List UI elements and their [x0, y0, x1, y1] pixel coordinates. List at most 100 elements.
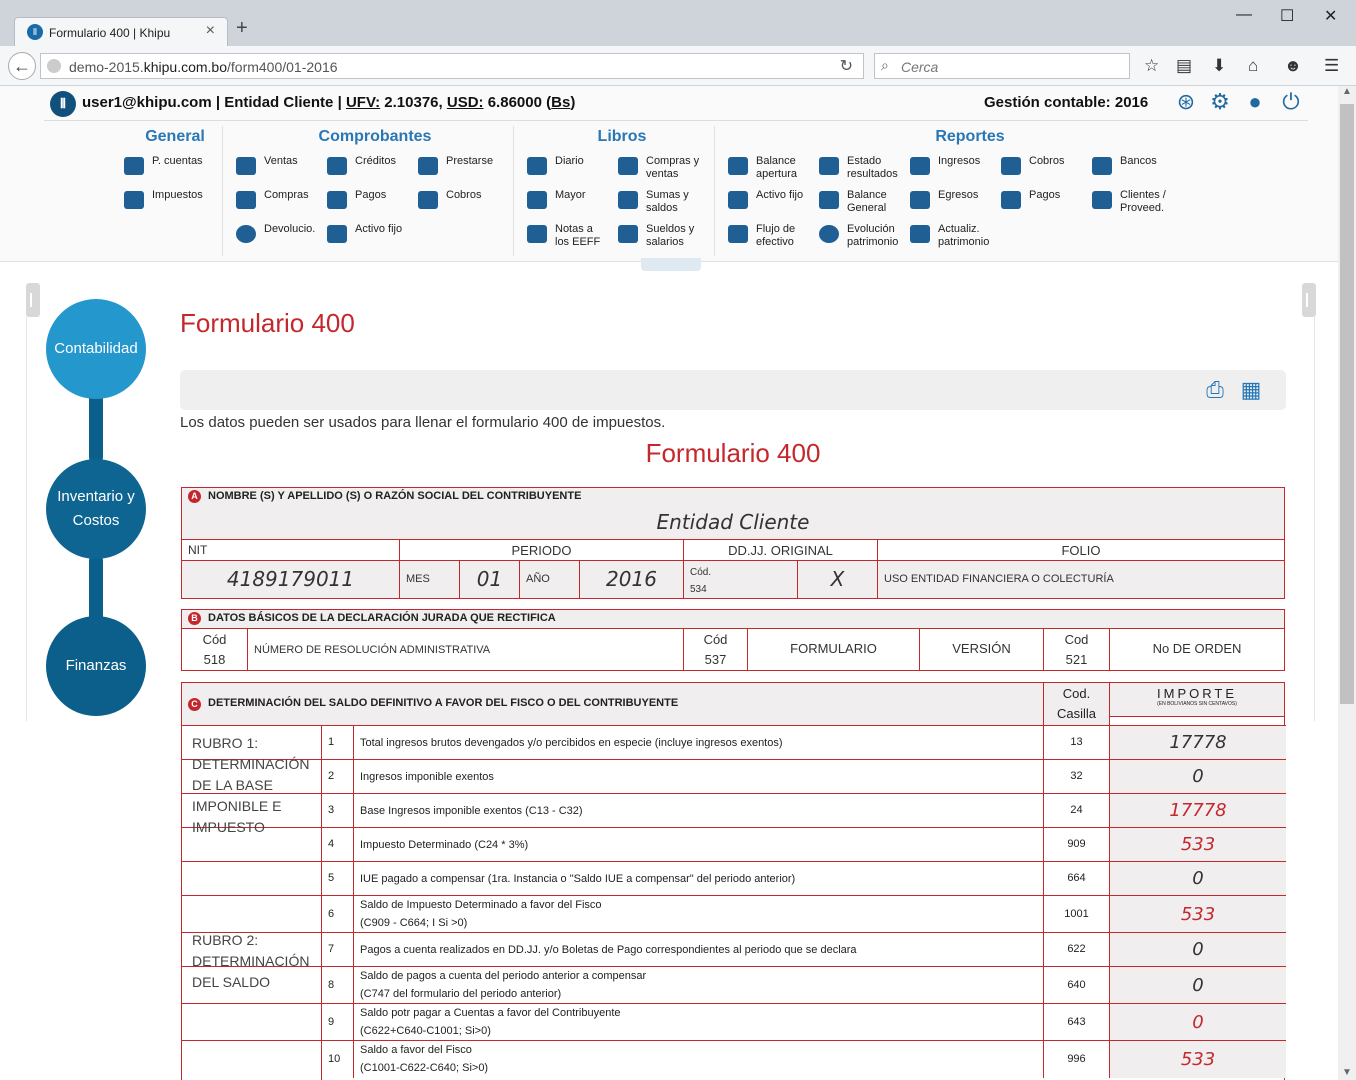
row-number: 1 [322, 726, 354, 760]
row-description: IUE pagado a compensar (1ra. Instancia o… [354, 862, 1044, 896]
menu-mayor[interactable]: Mayor [527, 189, 586, 209]
page-scrollbar[interactable]: ▲ ▼ [1338, 86, 1356, 1080]
menu-estado-resultados[interactable]: Estado resultados [819, 155, 907, 181]
table-row: 5 IUE pagado a compensar (1ra. Instancia … [182, 861, 1286, 896]
star-icon[interactable]: ☆ [1144, 56, 1159, 76]
nit-value: 4189179011 [182, 560, 400, 598]
khipu-logo: ⦀ [50, 91, 76, 117]
minimize-icon[interactable]: — [1236, 6, 1252, 24]
menu-evolucion-patrimonio[interactable]: Evolución patrimonio [819, 223, 909, 249]
menu-balance-general[interactable]: Balance General [819, 189, 897, 215]
menu-diario[interactable]: Diario [527, 155, 584, 175]
row-importe: 533 [1110, 896, 1286, 933]
anio-label: AÑO [520, 560, 580, 598]
car-icon [327, 225, 347, 243]
menu-cobros-reporte[interactable]: Cobros [1001, 155, 1065, 175]
collapse-menu-button[interactable] [641, 258, 701, 271]
menu-label: Activo fijo [756, 189, 804, 201]
menu-sumas-saldos[interactable]: Sumas y saldos [618, 189, 698, 215]
menu-activo-fijo[interactable]: Activo fijo [327, 223, 402, 243]
sidebar-inventario-costos[interactable]: Inventario y Costos [46, 459, 146, 559]
table-row: 8 Saldo de pagos a cuenta del periodo ant… [182, 966, 1286, 1004]
menu-egresos[interactable]: Egresos [910, 189, 978, 209]
reload-icon[interactable]: ↻ [840, 56, 853, 76]
folio-text: USO ENTIDAD FINANCIERA O COLECTURÍA [878, 560, 1284, 598]
row-subtext: (C747 del formulario del periodo anterio… [360, 988, 562, 1000]
menu-icon[interactable]: ☰ [1324, 56, 1339, 76]
print-icon[interactable]: ⎙ [1202, 378, 1228, 402]
menu-pagos[interactable]: Pagos [327, 189, 386, 209]
menu-creditos[interactable]: Créditos [327, 155, 396, 175]
user-email[interactable]: user1@khipu.com [82, 94, 212, 111]
sidebar-contabilidad[interactable]: Contabilidad [46, 299, 146, 399]
row-importe: 533 [1110, 828, 1286, 862]
row-importe: 0 [1110, 967, 1286, 1004]
close-window-icon[interactable]: ✕ [1324, 6, 1337, 26]
menu-impuestos[interactable]: Impuestos [124, 189, 203, 209]
row-cod: 909 [1044, 828, 1110, 862]
power-icon[interactable]: ⏻ [1279, 90, 1303, 114]
table-row: 2 Ingresos imponible exentos 32 0 [182, 759, 1286, 794]
download-icon[interactable]: ⬇ [1212, 56, 1226, 76]
menu-activo-fijo-reporte[interactable]: Activo fijo [728, 189, 804, 209]
menu-ingresos[interactable]: Ingresos [910, 155, 980, 175]
mes-value: 01 [460, 560, 520, 598]
anio-value: 2016 [580, 560, 684, 598]
menu-plan-cuentas[interactable]: P. cuentas [124, 155, 203, 175]
nit-label: NIT [182, 539, 400, 560]
search-input[interactable]: ⌕ Cerca [874, 53, 1130, 79]
reader-icon[interactable]: ▤ [1176, 56, 1192, 76]
chat-icon[interactable]: ☻ [1284, 56, 1302, 76]
maximize-icon[interactable]: ☐ [1280, 6, 1294, 26]
cod-value: 518 [203, 652, 226, 667]
menu-sueldos-salarios[interactable]: Sueldos y salarios [618, 223, 702, 249]
menu-pagos-reporte[interactable]: Pagos [1001, 189, 1060, 209]
menu-compras-ventas[interactable]: Compras y ventas [618, 155, 710, 181]
new-tab-icon[interactable]: + [236, 17, 248, 40]
row-cod: 622 [1044, 933, 1110, 967]
menu-notas-eeff[interactable]: Notas a los EEFF [527, 223, 607, 249]
row-cod: 1001 [1044, 896, 1110, 933]
home-icon[interactable]: ⌂ [1248, 56, 1258, 76]
gestion-contable[interactable]: Gestión contable: 2016 [984, 94, 1148, 111]
notes-icon [527, 225, 547, 243]
url-bar[interactable]: demo-2015.khipu.com.bo/form400/01-2016 ↻ [40, 53, 864, 79]
open-sign-icon [728, 157, 748, 175]
left-panel-toggle[interactable] [26, 283, 40, 317]
scroll-down-icon[interactable]: ▼ [1342, 1067, 1352, 1078]
table-icon[interactable]: ▦ [1238, 378, 1264, 402]
row-text: Impuesto Determinado (C24 * 3%) [360, 839, 529, 851]
user-icon[interactable]: ● [1243, 90, 1267, 114]
menu-ventas[interactable]: Ventas [236, 155, 298, 175]
entity-name[interactable]: Entidad Cliente [224, 94, 333, 111]
menu-label: Evolución patrimonio [847, 223, 899, 248]
back-arrow-icon[interactable]: ← [8, 52, 36, 80]
menu-devolucion[interactable]: Devolucio. [236, 223, 315, 243]
menu-flujo-efectivo[interactable]: Flujo de efectivo [728, 223, 806, 249]
menu-prestarse[interactable]: Prestarse [418, 155, 493, 175]
scroll-up-icon[interactable]: ▲ [1342, 86, 1352, 97]
menu-balance-apertura[interactable]: Balance apertura [728, 155, 810, 181]
right-panel-toggle[interactable] [1302, 283, 1316, 317]
help-icon[interactable]: ⊛ [1174, 90, 1198, 114]
browser-tab[interactable]: ⦀ Formulario 400 | Khipu × [14, 17, 228, 47]
update-icon [910, 225, 930, 243]
sidebar-finanzas[interactable]: Finanzas [46, 616, 146, 716]
menu-cobros[interactable]: Cobros [418, 189, 481, 209]
sidebar-label: Finanzas [65, 657, 127, 674]
menu-actualiz-patrimonio[interactable]: Actualiz. patrimonio [910, 223, 1000, 249]
menu-clientes-proveedores[interactable]: Clientes / Proveed. [1092, 189, 1176, 215]
scrollbar-thumb[interactable] [1340, 104, 1354, 704]
cod-518: Cód 518 [182, 628, 248, 670]
section-badge: B [188, 612, 201, 625]
row-number: 2 [322, 760, 354, 794]
cod-537: Cód 537 [684, 628, 748, 670]
close-tab-icon[interactable]: × [206, 22, 215, 40]
row-importe: 0 [1110, 862, 1286, 896]
row-importe: 0 [1110, 1004, 1286, 1041]
menu-bancos[interactable]: Bancos [1092, 155, 1157, 175]
menu-label: Cobros [1029, 155, 1065, 167]
cash-icon [728, 225, 748, 243]
gear-icon[interactable]: ⚙ [1208, 90, 1232, 114]
menu-compras[interactable]: Compras [236, 189, 309, 209]
